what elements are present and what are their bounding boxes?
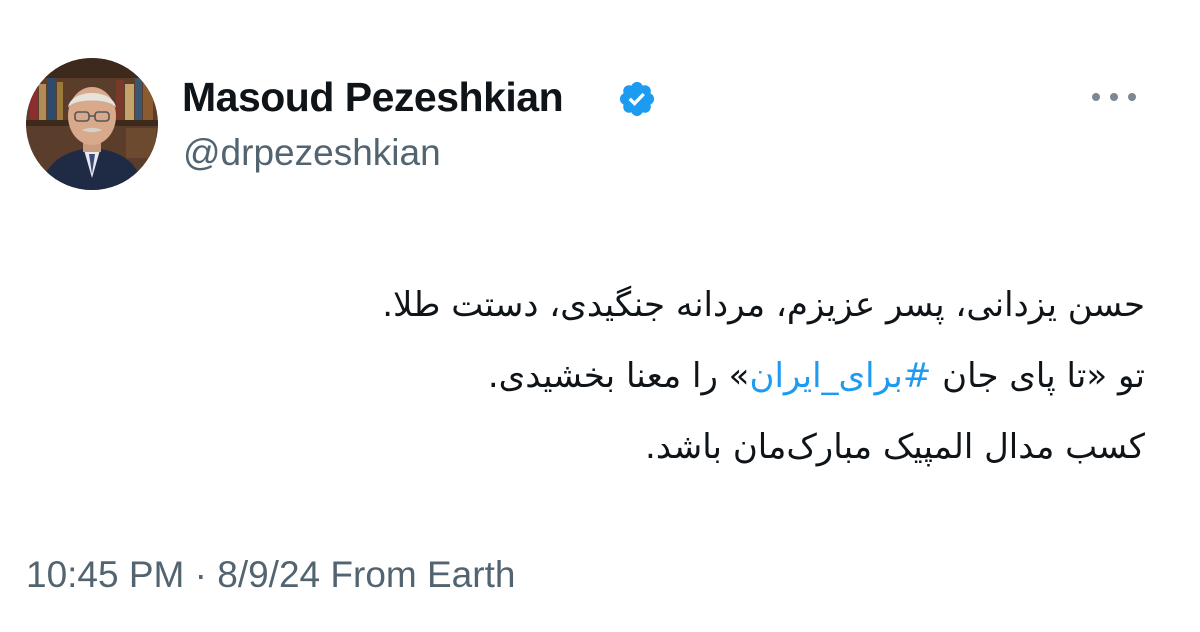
tweet-line-2: تو «تا پای جان #برای_ایران» را معنا بخشی…: [250, 341, 1145, 412]
author-name[interactable]: Masoud Pezeshkian: [182, 74, 564, 121]
avatar[interactable]: [26, 58, 158, 190]
tweet-line-2-after: » را معنا بخشیدی.: [487, 356, 750, 396]
more-options-icon[interactable]: [1086, 86, 1142, 108]
verified-badge-icon: [619, 81, 655, 117]
author-handle[interactable]: @drpezeshkian: [183, 132, 441, 174]
tweet-timestamp[interactable]: 10:45 PM · 8/9/24 From Earth: [26, 554, 515, 596]
tweet-line-1: حسن یزدانی، پسر عزیزم، مردانه جنگیدی، دس…: [382, 285, 1145, 325]
tweet-card: Masoud Pezeshkian @drpezeshkian حسن یزدا…: [0, 0, 1200, 632]
tweet-line-2-before: تو «تا پای جان: [931, 356, 1145, 396]
tweet-text: حسن یزدانی، پسر عزیزم، مردانه جنگیدی، دس…: [250, 270, 1145, 483]
hashtag-link[interactable]: #برای_ایران: [749, 356, 931, 396]
tweet-line-3: کسب مدال المپیک مبارک‌مان باشد.: [645, 427, 1145, 467]
